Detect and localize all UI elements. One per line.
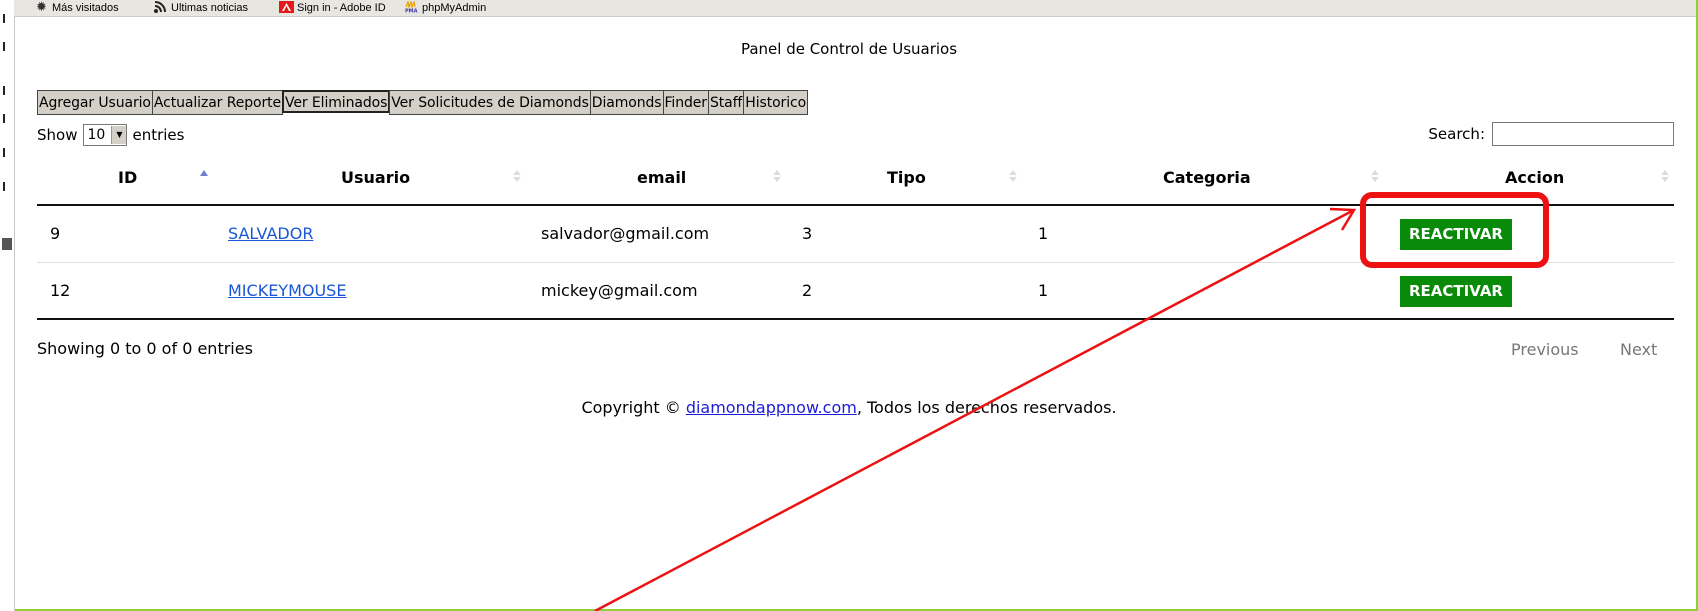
annotation-arrow <box>594 207 1357 611</box>
